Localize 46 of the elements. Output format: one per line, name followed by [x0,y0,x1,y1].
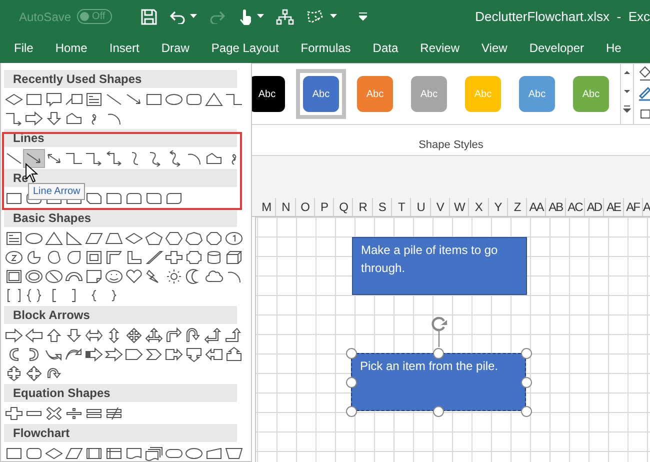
column-header[interactable]: AA [527,198,546,216]
ribbon-tab[interactable]: View [482,37,508,59]
column-header[interactable]: X [469,198,489,216]
window-title: DeclutterFlowchart.xlsx - Exc [475,9,650,24]
column-header[interactable]: M [257,198,276,216]
section-header: Flowchart [4,424,237,442]
flowchart-box[interactable]: Make a pile of items to go through. [352,237,527,295]
ribbon-tab[interactable]: He [606,37,622,59]
autosave-label: AutoSave [19,10,72,24]
column-header[interactable]: A [642,198,650,216]
style-option[interactable]: Abc [296,69,346,119]
ribbon-tab[interactable]: Developer [529,37,584,59]
column-header[interactable]: O [296,198,315,216]
column-header[interactable]: R [353,198,373,216]
column-header[interactable]: AE [604,198,624,216]
box-text: Pick an item from the pile. [360,359,498,373]
section-header: Recently Used Shapes [4,70,237,88]
column-header[interactable]: S [372,198,392,216]
column-header[interactable]: U [411,198,431,216]
ribbon-tab[interactable]: Draw [161,37,190,59]
tooltip: Line Arrow [28,183,86,200]
section-header: Equation Shapes [4,384,237,402]
column-header[interactable]: N [276,198,296,216]
column-header[interactable]: T [392,198,412,216]
ribbon-tab[interactable]: Home [55,37,88,59]
column-header[interactable]: W [450,198,470,216]
column-header[interactable]: Y [488,198,508,216]
ribbon-tab[interactable]: Review [420,37,460,59]
box-text: Make a pile of items to go through. [361,243,498,275]
ribbon-tab[interactable]: Data [372,37,398,59]
column-header[interactable]: Q [334,198,354,216]
column-header[interactable]: Z [508,198,528,216]
column-header[interactable]: AB [546,198,566,216]
column-header[interactable]: V [430,198,450,216]
column-header[interactable]: AD [585,198,604,216]
ribbon-tab[interactable]: Insert [109,37,140,59]
ribbon-tab[interactable]: Formulas [300,37,351,59]
column-header[interactable]: P [314,198,334,216]
column-header[interactable]: AF [624,198,643,216]
ribbon-tab[interactable]: File [14,37,34,59]
column-header[interactable]: AC [566,198,586,216]
section-header: Block Arrows [4,306,237,324]
group-label: Shape Styles [418,138,484,151]
section-header: Basic Shapes [4,209,237,227]
flowchart-box[interactable]: Pick an item from the pile. [351,353,526,411]
ribbon-tab[interactable]: Page Layout [211,37,279,59]
